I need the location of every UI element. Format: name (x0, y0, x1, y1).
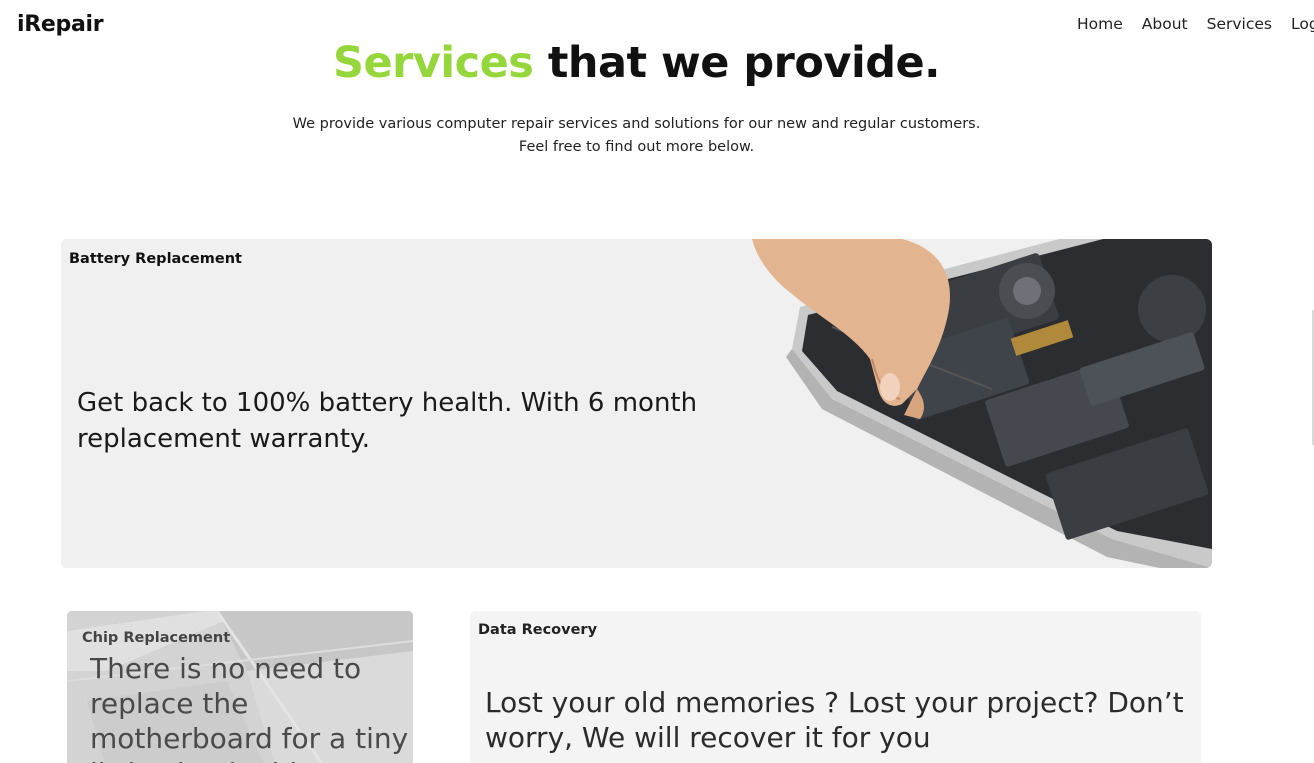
service-label-data-recovery: Data Recovery (478, 622, 598, 638)
service-label-battery: Battery Replacement (69, 251, 242, 267)
page-title: Services that we provide. (0, 38, 1273, 88)
service-label-chip: Chip Replacement (82, 630, 231, 646)
service-desc-battery: Get back to 100% battery health. With 6 … (77, 388, 698, 454)
nav-about[interactable]: About (1142, 15, 1188, 33)
service-desc-data-recovery: Lost your old memories ? Lost your proje… (485, 686, 1184, 754)
page-title-rest: that we provide. (533, 38, 941, 88)
laptop-repair-image (752, 239, 1212, 568)
nav-login[interactable]: Log (1291, 15, 1314, 33)
brand-logo[interactable]: iRepair (17, 12, 104, 37)
nav-home[interactable]: Home (1077, 15, 1123, 33)
page-subtitle: We provide various computer repair servi… (0, 113, 1273, 159)
service-card-data-recovery[interactable]: Data Recovery Lost your old memories ? L… (470, 611, 1201, 763)
service-card-battery[interactable]: Battery Replacement Get back to 100% bat… (61, 239, 1212, 568)
page-title-accent: Services (333, 38, 534, 88)
service-card-chip[interactable]: Chip Replacement There is no need to rep… (67, 611, 413, 763)
subtitle-line-1: We provide various computer repair servi… (292, 116, 981, 132)
main-nav: Home About Services Log (1077, 15, 1314, 33)
nav-services[interactable]: Services (1207, 15, 1272, 33)
service-desc-chip: There is no need to replace the motherbo… (90, 652, 409, 763)
subtitle-line-2: Feel free to find out more below. (518, 139, 755, 155)
